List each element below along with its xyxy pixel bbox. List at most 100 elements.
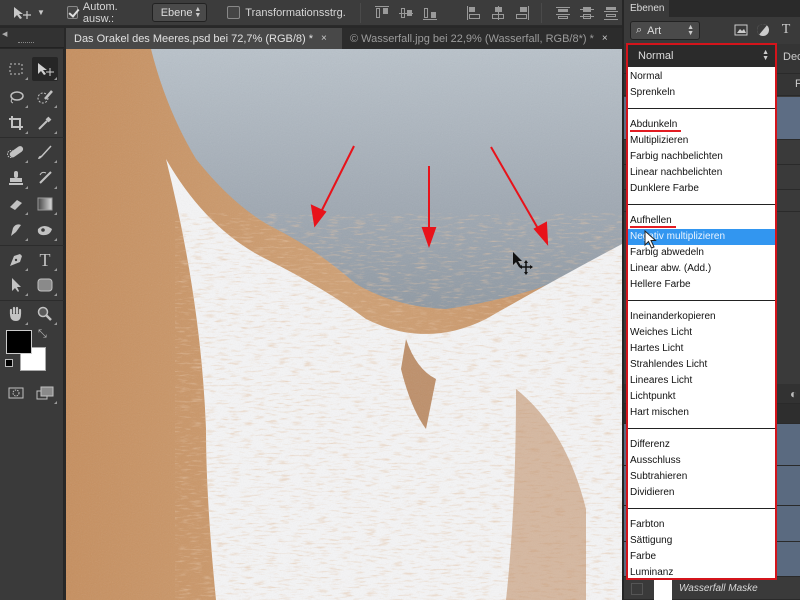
blend-mode-select[interactable]: Normal ▲ ▼: [628, 45, 775, 67]
blend-mode-option-label: Differenz: [630, 439, 670, 450]
type-tool[interactable]: T: [32, 248, 58, 272]
lasso-tool[interactable]: [3, 85, 29, 109]
blend-mode-option[interactable]: Sättigung: [628, 533, 775, 549]
align-horizontal-centers-icon[interactable]: [491, 5, 504, 20]
swap-colors-icon[interactable]: ⤡: [38, 328, 47, 341]
path-selection-tool[interactable]: [3, 273, 29, 297]
align-left-edges-icon[interactable]: [466, 5, 480, 20]
blend-mode-dropdown[interactable]: Normal ▲ ▼ Normal Sprenkeln Abdunkeln Multip…: [626, 43, 777, 580]
zoom-tool[interactable]: [32, 302, 58, 326]
blend-mode-option-label: Hart mischen: [630, 407, 689, 418]
blend-mode-option[interactable]: Abdunkeln: [628, 117, 775, 133]
finger-icon: [11, 224, 21, 236]
blend-mode-option[interactable]: Farbe: [628, 549, 775, 565]
blend-mode-option[interactable]: Hellere Farbe: [628, 277, 775, 293]
move-tool[interactable]: [32, 57, 58, 81]
sponge-icon: [37, 226, 52, 236]
clone-stamp-tool[interactable]: [3, 166, 29, 190]
blend-mode-option-label: Sprenkeln: [630, 87, 676, 98]
crop-icon: [9, 116, 23, 130]
filter-type-layers-icon[interactable]: T: [779, 22, 793, 37]
blend-mode-option[interactable]: Multiplizieren: [628, 133, 775, 149]
close-tab-icon[interactable]: ×: [602, 33, 608, 44]
drag-grip[interactable]: [18, 42, 34, 45]
blend-mode-option-label: Luminanz: [630, 567, 674, 578]
align-bottom-edges-icon[interactable]: [422, 6, 437, 20]
screen-mode-button[interactable]: [32, 381, 58, 405]
transform-controls-check[interactable]: [227, 6, 241, 19]
blend-mode-option[interactable]: Lichtpunkt: [628, 389, 775, 405]
blend-mode-option[interactable]: Lineares Licht: [628, 373, 775, 389]
blend-mode-option[interactable]: Linear nachbelichten: [628, 165, 775, 181]
distribute-top-icon[interactable]: [555, 6, 570, 20]
toolbox-header[interactable]: ◀: [0, 28, 64, 48]
move-tool-preset-picker[interactable]: ▼: [12, 5, 47, 21]
blend-mode-option[interactable]: Hart mischen: [628, 405, 775, 421]
auto-select-checkbox[interactable]: Autom. ausw.:: [66, 1, 142, 25]
blend-mode-option[interactable]: Differenz: [628, 437, 775, 453]
blend-mode-option[interactable]: Ausschluss: [628, 453, 775, 469]
layer-filter-dropdown[interactable]: ⌕ Art ▲ ▼: [630, 21, 700, 40]
quick-mask-button[interactable]: [3, 381, 29, 405]
blend-mode-option[interactable]: Aufhellen: [628, 213, 775, 229]
tab-layers[interactable]: Ebenen: [624, 0, 669, 17]
dodge-tool[interactable]: [32, 218, 58, 242]
quick-selection-tool[interactable]: [32, 85, 58, 109]
blend-mode-option[interactable]: Luminanz: [628, 565, 775, 581]
document-tab-orakel[interactable]: Das Orakel des Meeres.psd bei 72,7% (RGB…: [66, 28, 342, 49]
rectangular-marquee-tool[interactable]: [3, 57, 29, 81]
blend-mode-option[interactable]: Linear abw. (Add.): [628, 261, 775, 277]
blend-mode-option[interactable]: Farbig nachbelichten: [628, 149, 775, 165]
blend-mode-option[interactable]: Ineinanderkopieren: [628, 309, 775, 325]
blend-mode-option[interactable]: Normal: [628, 69, 775, 85]
history-brush-icon: [39, 171, 52, 184]
gradient-tool[interactable]: [32, 192, 58, 216]
close-tab-icon[interactable]: ×: [321, 33, 327, 44]
blend-mode-option[interactable]: Strahlendes Licht: [628, 357, 775, 373]
eraser-tool[interactable]: [3, 192, 29, 216]
divider: [359, 2, 361, 23]
blend-mode-option[interactable]: Hartes Licht: [628, 341, 775, 357]
auto-select-target-dropdown[interactable]: Ebene ▲ ▼: [151, 3, 208, 22]
adjustment-icon: ◐: [790, 387, 798, 401]
document-tab-wasserfall[interactable]: © Wasserfall.jpg bei 22,9% (Wasserfall, …: [342, 28, 616, 49]
document-canvas[interactable]: [66, 49, 622, 600]
align-vertical-centers-icon[interactable]: [398, 6, 413, 20]
align-top-edges-icon[interactable]: [374, 5, 389, 20]
type-icon: T: [39, 249, 51, 270]
divider: [0, 245, 64, 246]
spot-healing-brush-tool[interactable]: [3, 140, 29, 164]
blur-tool[interactable]: [3, 218, 29, 242]
pen-icon: [10, 254, 22, 266]
auto-select-target-value: Ebene: [160, 6, 193, 19]
filter-pixel-layers-icon[interactable]: [734, 23, 748, 37]
blend-mode-option-label: Multiplizieren: [630, 135, 689, 146]
history-brush-tool[interactable]: [32, 166, 58, 190]
align-right-edges-icon[interactable]: [515, 5, 529, 20]
crop-tool[interactable]: [3, 111, 29, 135]
distribute-vertical-centers-icon[interactable]: [579, 6, 594, 20]
lasso-icon: [10, 91, 24, 104]
layer-mask-thumbnail[interactable]: [654, 578, 672, 600]
filter-adjustment-layers-icon[interactable]: [756, 23, 770, 37]
visibility-toggle[interactable]: [631, 583, 643, 595]
default-colors-icon[interactable]: [5, 359, 13, 367]
brush-tool[interactable]: [32, 140, 58, 164]
brush-icon: [38, 145, 52, 159]
distribute-bottom-icon[interactable]: [603, 6, 618, 20]
foreground-color-swatch[interactable]: [6, 330, 32, 354]
auto-select-check[interactable]: [66, 6, 78, 19]
blend-mode-option[interactable]: Dividieren: [628, 485, 775, 501]
transform-controls-checkbox[interactable]: Transformationsstrg.: [227, 6, 346, 19]
blend-mode-option[interactable]: Dunklere Farbe: [628, 181, 775, 197]
rounded-rectangle-tool[interactable]: [32, 273, 58, 297]
collapse-icon[interactable]: ◀: [2, 30, 7, 38]
blend-mode-option[interactable]: Subtrahieren: [628, 469, 775, 485]
pen-tool[interactable]: [3, 248, 29, 272]
blend-mode-option[interactable]: Weiches Licht: [628, 325, 775, 341]
eyedropper-tool[interactable]: [32, 111, 58, 135]
blend-mode-option-label: Farbig nachbelichten: [630, 151, 723, 162]
blend-mode-option[interactable]: Farbton: [628, 517, 775, 533]
hand-tool[interactable]: [3, 302, 29, 326]
blend-mode-option[interactable]: Sprenkeln: [628, 85, 775, 101]
